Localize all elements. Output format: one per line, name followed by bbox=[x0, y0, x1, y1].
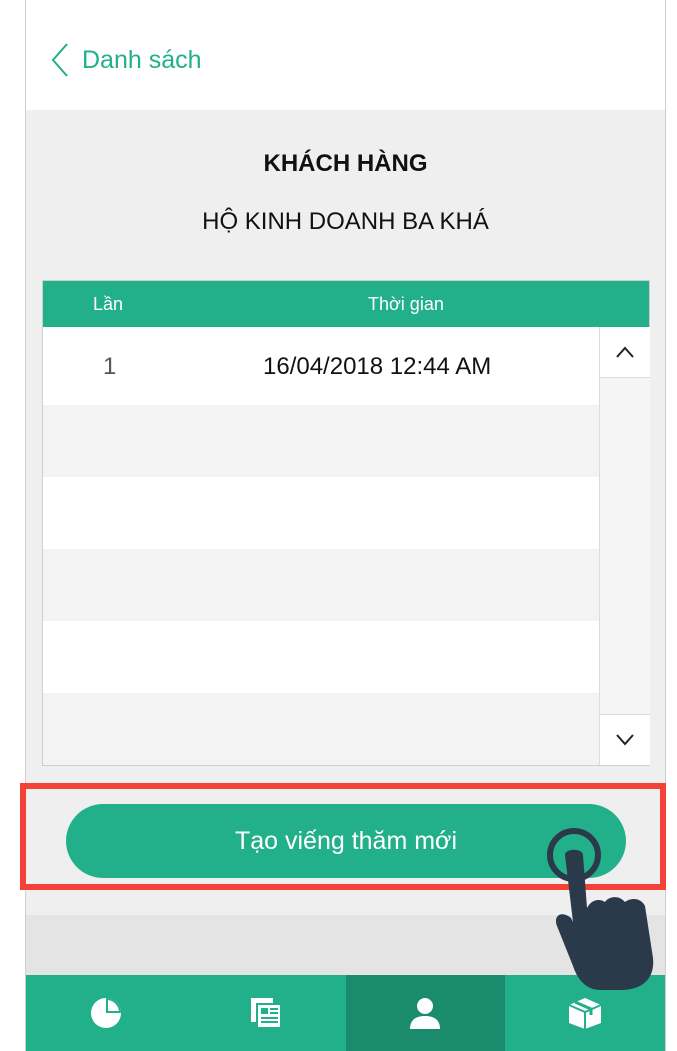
column-header-lan: Lần bbox=[93, 294, 124, 314]
table-row bbox=[43, 477, 599, 549]
top-bar: Danh sách bbox=[26, 0, 665, 110]
cell-time: 16/04/2018 12:44 AM bbox=[263, 353, 492, 380]
table-header: Lần Thời gian bbox=[43, 281, 649, 327]
column-header-time: Thời gian bbox=[368, 294, 444, 314]
customer-section-title: KHÁCH HÀNG bbox=[263, 150, 428, 177]
back-button[interactable]: Danh sách bbox=[50, 40, 202, 80]
document-icon bbox=[250, 998, 282, 1029]
tab-customers[interactable] bbox=[345, 975, 506, 1051]
chevron-up-icon bbox=[616, 346, 634, 358]
table-row bbox=[43, 693, 599, 765]
table-row[interactable]: 1 16/04/2018 12:44 AM bbox=[43, 333, 599, 405]
customer-name: HỘ KINH DOANH BA KHÁ bbox=[202, 208, 489, 235]
tab-documents[interactable] bbox=[186, 975, 346, 1051]
tap-hand-icon bbox=[547, 828, 654, 990]
user-icon bbox=[410, 998, 441, 1029]
table-row bbox=[43, 549, 599, 621]
visit-table: Lần Thời gian 1 16/04/2018 12:44 AM bbox=[42, 280, 650, 766]
pie-chart-icon bbox=[90, 998, 121, 1028]
tab-dashboard[interactable] bbox=[26, 975, 186, 1051]
scroll-down-button[interactable] bbox=[600, 714, 650, 765]
cell-lan: 1 bbox=[103, 353, 117, 380]
scrollbar[interactable] bbox=[599, 327, 650, 765]
chevron-left-icon bbox=[51, 43, 68, 77]
box-icon bbox=[568, 998, 602, 1029]
table-body: 1 16/04/2018 12:44 AM bbox=[43, 333, 599, 765]
scroll-up-button[interactable] bbox=[600, 327, 650, 378]
back-label: Danh sách bbox=[82, 45, 202, 74]
table-row bbox=[43, 405, 599, 477]
chevron-down-icon bbox=[616, 734, 634, 746]
table-row bbox=[43, 621, 599, 693]
